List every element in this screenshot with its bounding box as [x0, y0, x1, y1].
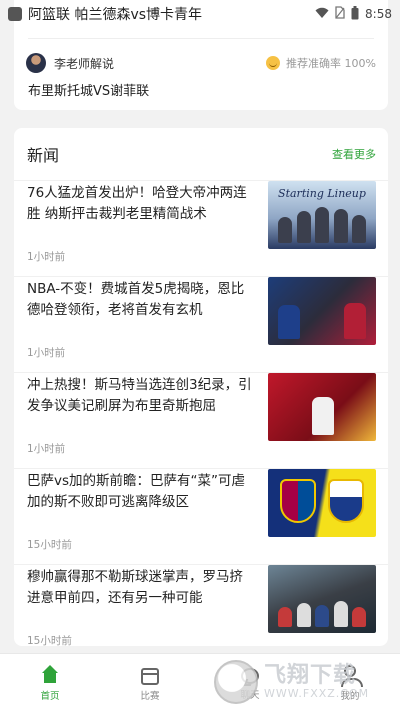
divider: [28, 38, 374, 39]
watermark-logo-icon: [214, 660, 258, 704]
expert-avatar: [26, 53, 46, 73]
news-item-time: 15小时前: [27, 539, 72, 551]
news-item-title: 冲上热搜！斯马特当选连创3纪录，引发争议美记刷屏为布里奇斯抱屈: [27, 377, 252, 414]
status-match-label: 阿篮联 帕兰德森vs博卡青年: [28, 7, 203, 23]
news-item-title: 76人猛龙首发出炉！哈登大帝冲两连胜 纳斯抨击裁判老里精简战术: [27, 185, 247, 222]
news-item-time: 1小时前: [27, 443, 66, 455]
watermark-sub-text: WWW.FXXZ.COM: [264, 687, 370, 701]
news-header: 新闻 查看更多: [14, 128, 388, 180]
news-item[interactable]: 冲上热搜！斯马特当选连创3纪录，引发争议美记刷屏为布里奇斯抱屈 1小时前: [14, 372, 388, 468]
expert-name: 李老师解说: [54, 56, 115, 71]
news-item-title: NBA-不变！费城首发5虎揭晓，恩比德哈登领衔，老将首发有玄机: [27, 281, 245, 318]
status-bar: 阿篮联 帕兰德森vs博卡青年 8:58: [0, 0, 400, 28]
calendar-icon: [141, 667, 159, 685]
news-item-time: 1小时前: [27, 347, 66, 359]
battery-icon: [351, 5, 359, 23]
nav-label: 首页: [40, 691, 60, 702]
wifi-icon: [315, 7, 329, 22]
news-item[interactable]: 76人猛龙首发出炉！哈登大帝冲两连胜 纳斯抨击裁判老里精简战术 1小时前 Sta…: [14, 180, 388, 276]
barcelona-crest-icon: [280, 479, 316, 523]
watermark-main-text: 飞翔下载: [264, 662, 357, 688]
news-item-time: 15小时前: [27, 635, 72, 647]
nav-schedule[interactable]: 比赛: [120, 666, 180, 702]
accuracy-text: 推荐准确率 100%: [286, 57, 376, 70]
news-item-time: 1小时前: [27, 251, 66, 263]
expert-row: 李老师解说 推荐准确率 100%: [26, 52, 376, 74]
cadiz-crest-icon: [328, 479, 364, 523]
news-thumbnail: [268, 277, 376, 345]
thumbnail-caption: Starting Lineup: [278, 187, 366, 200]
news-item-title: 巴萨vs加的斯前瞻：巴萨有“菜”可虐 加的斯不败即可逃离降级区: [27, 473, 246, 510]
see-more-link[interactable]: 查看更多: [332, 146, 376, 162]
nav-home[interactable]: 首页: [20, 665, 80, 702]
clock: 8:58: [365, 7, 392, 21]
nav-label: 比赛: [140, 690, 160, 702]
news-item[interactable]: NBA-不变！费城首发5虎揭晓，恩比德哈登领衔，老将首发有玄机 1小时前: [14, 276, 388, 372]
app-notification-icon: [8, 7, 22, 21]
no-sim-icon: [335, 6, 345, 22]
home-icon: [40, 665, 60, 685]
news-section-title: 新闻: [27, 146, 60, 165]
news-item[interactable]: 穆帅赢得那不勒斯球迷掌声，罗马挤进意甲前四，还有另一种可能 15小时前: [14, 564, 388, 660]
news-thumbnail: Starting Lineup: [268, 181, 376, 249]
news-thumbnail: [268, 469, 376, 537]
news-item[interactable]: 巴萨vs加的斯前瞻：巴萨有“菜”可虐 加的斯不败即可逃离降级区 15小时前: [14, 468, 388, 564]
news-thumbnail: [268, 565, 376, 633]
news-thumbnail: [268, 373, 376, 441]
match-title[interactable]: 布里斯托城VS谢菲联: [28, 80, 149, 99]
news-item-title: 穆帅赢得那不勒斯球迷掌声，罗马挤进意甲前四，还有另一种可能: [27, 569, 243, 606]
watermark: 飞翔下载 WWW.FXXZ.COM: [214, 657, 394, 707]
news-section: 新闻 查看更多 76人猛龙首发出炉！哈登大帝冲两连胜 纳斯抨击裁判老里精简战术 …: [14, 128, 388, 647]
smile-icon: [266, 56, 281, 70]
